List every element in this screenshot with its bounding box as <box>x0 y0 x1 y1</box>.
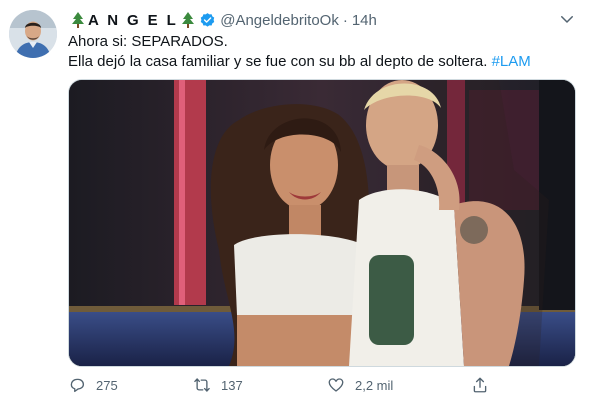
like-icon <box>328 378 344 392</box>
tweet-header: A N G E L @AngeldebritoOk · 14h <box>68 10 377 30</box>
timestamp[interactable]: 14h <box>352 12 377 29</box>
hashtag-link[interactable]: #LAM <box>492 53 531 70</box>
like-count: 2,2 mil <box>355 377 394 393</box>
tweet-card[interactable]: A N G E L @AngeldebritoOk · 14h Ahora si… <box>0 0 592 409</box>
separator-dot: · <box>342 11 348 29</box>
tweet-text-body: Ella dejó la casa familiar y se fue con … <box>68 53 488 70</box>
author-name-text: A N G E L <box>88 11 179 29</box>
share-icon <box>473 377 487 393</box>
tweet-actions: 275 137 2,2 mil <box>68 372 508 398</box>
retweet-button[interactable]: 137 <box>193 372 243 398</box>
verified-badge-icon <box>200 12 215 27</box>
chevron-down-icon[interactable] <box>558 10 576 28</box>
tree-icon <box>72 12 84 28</box>
reply-count: 275 <box>96 377 118 393</box>
tree-icon <box>182 12 195 28</box>
author-handle[interactable]: @AngeldebritoOk <box>220 12 339 29</box>
tweet-text-line-1: Ahora si: SEPARADOS. <box>68 33 228 50</box>
reply-button[interactable]: 275 <box>68 372 118 398</box>
tweet-photo[interactable] <box>68 79 576 367</box>
tweet-text: Ahora si: SEPARADOS. Ella dejó la casa f… <box>68 32 531 72</box>
photo-image <box>69 80 575 366</box>
share-button[interactable] <box>471 372 499 398</box>
retweet-count: 137 <box>221 377 243 393</box>
reply-icon <box>70 378 85 393</box>
retweet-icon <box>194 378 210 392</box>
tweet-text-line-2: Ella dejó la casa familiar y se fue con … <box>68 52 531 72</box>
avatar[interactable] <box>9 10 57 58</box>
author-name[interactable]: A N G E L <box>68 12 198 29</box>
like-button[interactable]: 2,2 mil <box>327 372 393 398</box>
